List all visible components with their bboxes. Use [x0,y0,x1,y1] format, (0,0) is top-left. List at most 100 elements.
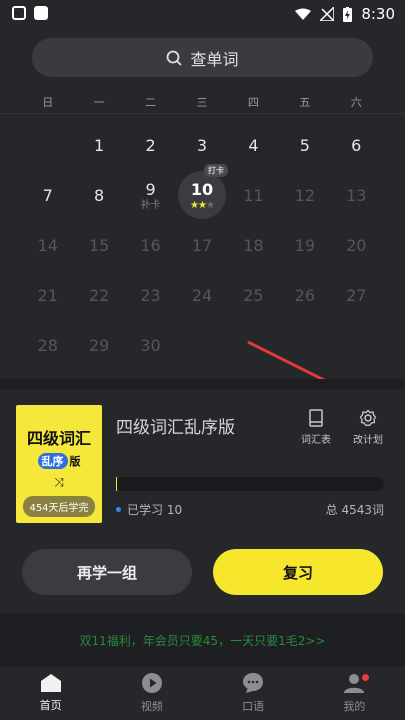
calendar-day-number: 12 [294,185,316,205]
status-time: 8:30 [361,5,395,23]
cover-title: 四级词汇 [26,429,91,448]
calendar-day-number: 26 [294,285,316,305]
calendar-day[interactable]: 9 补卡 [125,170,176,220]
learned-count: 已学习 10 [116,501,182,518]
battery-charging-icon [343,6,353,22]
calendar-day[interactable]: 2 [125,120,176,170]
calendar-day[interactable]: 14 [22,220,73,270]
tab-me[interactable]: 我的 [304,666,405,720]
review-button[interactable]: 复习 [213,549,383,595]
calendar-empty-cell [176,320,227,370]
weekday-header: 日 一 二 三 四 五 六 [22,94,382,110]
calendar-day-number: 10 [190,179,214,199]
weekday-label: 六 [350,96,362,109]
book-cover[interactable]: 四级词汇 乱序版 ⤨ 454天后学完 [16,405,102,523]
calendar-day[interactable]: 11 [228,170,279,220]
calendar-day-number: 8 [94,185,105,205]
weekday-label: 二 [145,96,157,109]
total-words: 总 4543词 [325,503,384,517]
calendar-day[interactable]: 20 [331,220,382,270]
calendar-day-number: 30 [140,335,161,355]
tab-video[interactable]: 视频 [101,666,202,720]
play-icon [141,673,162,693]
app-box-icon [34,6,48,20]
calendar-day[interactable]: 18 [228,220,279,270]
calendar-day[interactable]: 26 [279,270,330,320]
calendar-day[interactable]: 25 [228,270,279,320]
calendar-day[interactable]: 16 [125,220,176,270]
progress-fill [116,477,117,491]
bottom-tab-bar: 首页 视频 口语 我的 [0,666,405,720]
calendar-day[interactable]: 27 [331,270,382,320]
calendar-day[interactable]: 1 [73,120,124,170]
calendar-day-number: 1 [94,135,105,155]
calendar-day[interactable]: 8 [73,170,124,220]
calendar-day[interactable]: 5 [279,120,330,170]
calendar-day-number: 3 [196,135,208,155]
calendar-day-number: 5 [299,135,310,155]
promo-banner[interactable]: 双11福利，年会员只要45，一天只要1毛2>> [0,614,405,666]
tab-speaking[interactable]: 口语 [203,666,304,720]
calendar-day-number: 13 [346,185,367,205]
calendar-day-number: 7 [42,185,53,205]
calendar-day-number: 16 [140,235,161,255]
calendar-day[interactable]: 29 [73,320,124,370]
wifi-icon [295,8,312,20]
calendar-week-row: 7 8 9 补卡 打卡 10 ★★★ 11 12 13 [22,164,382,220]
calendar-day[interactable]: 22 [73,270,124,320]
calendar-day[interactable]: 12 [279,170,330,220]
calendar-day[interactable]: 13 [331,170,382,220]
gear-icon [359,409,377,427]
calendar-empty-cell [22,120,73,170]
learn-again-button[interactable]: 再学一组 [22,549,192,595]
learned-dot [116,507,121,512]
section-divider [0,379,405,389]
notification-dot [361,674,369,681]
cover-days-remaining: 454天后学完 [23,496,95,517]
calendar-day[interactable]: 打卡 10 ★★★ [176,164,228,220]
shuffle-icon: ⤨ [54,475,64,489]
calendar-day[interactable]: 4 [228,120,279,170]
weekday-label: 一 [93,96,105,109]
search-bar[interactable]: 查单词 [32,38,373,77]
calendar-day[interactable]: 24 [176,270,227,320]
divider [0,113,405,114]
calendar-day[interactable]: 17 [176,220,227,270]
weekday-label: 三 [196,96,208,109]
calendar-day[interactable]: 19 [279,220,330,270]
calendar-day-number: 4 [248,135,259,155]
calendar-day[interactable]: 23 [125,270,176,320]
signal-off-icon [320,7,335,21]
calendar-week-row: 1 2 3 4 5 6 [22,120,382,170]
star-rating: ★★★ [190,199,215,211]
weekday-label: 四 [247,96,259,109]
star-icon: ★ [205,199,215,211]
calendar-day[interactable]: 28 [22,320,73,370]
calendar-day[interactable]: 15 [73,220,124,270]
calendar-today[interactable]: 打卡 10 ★★★ [177,164,228,219]
home-icon [40,674,61,692]
search-label: 查单词 [190,49,239,69]
status-bar: 8:30 [0,0,405,30]
star-icon: ★ [198,199,207,211]
calendar-day-number: 17 [191,235,213,255]
calendar-day-number: 14 [37,235,58,255]
cover-subtitle: 乱序版 [37,453,81,469]
calendar-day[interactable]: 3 [176,120,227,170]
calendar-day-number: 6 [351,135,362,155]
calendar-day[interactable]: 21 [22,270,73,320]
calendar-day-number: 29 [88,335,110,355]
vocab-list-button[interactable]: 词汇表 [301,409,331,446]
calendar-day[interactable]: 30 [125,320,176,370]
calendar-day[interactable]: 6 [331,120,382,170]
calendar-day-number: 23 [140,285,161,305]
image-icon [12,6,26,20]
calendar-day[interactable]: 7 [22,170,73,220]
tab-home[interactable]: 首页 [0,666,101,720]
change-plan-button[interactable]: 改计划 [353,409,383,446]
calendar-week-row: 14 15 16 17 18 19 20 [22,220,382,270]
calendar-week-row: 21 22 23 24 25 26 27 [22,270,382,320]
checkin-badge: 打卡 [203,164,228,177]
calendar-day-number: 9 [145,179,156,199]
book-card: 四级词汇 乱序版 ⤨ 454天后学完 四级词汇乱序版 词汇表 改计划 已学习 1… [0,389,405,614]
